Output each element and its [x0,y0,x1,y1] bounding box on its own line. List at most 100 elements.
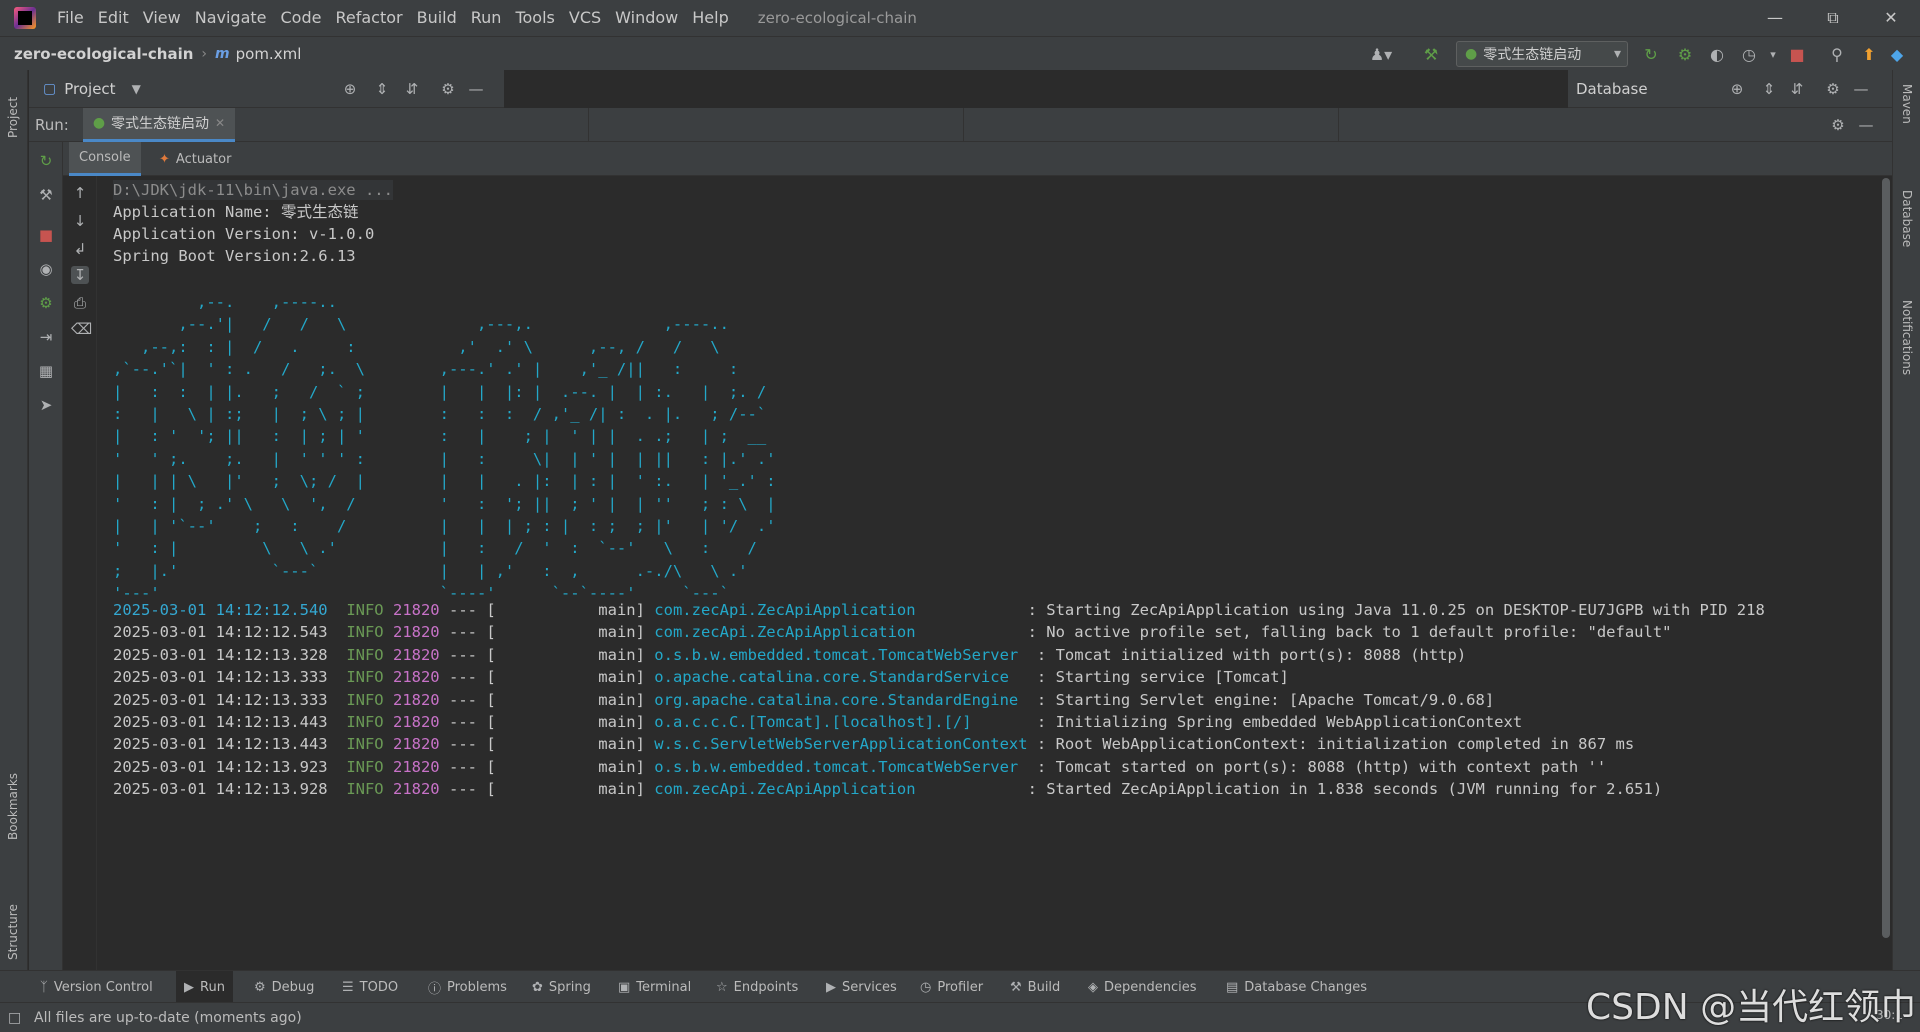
debug-bug-icon[interactable]: ⚙ [1674,43,1696,65]
log-logger[interactable]: org.apache.catalina.core.StandardEngine [654,691,1027,709]
layout-icon[interactable]: ▦ [37,362,55,380]
tab-todo[interactable]: ☰ TODO [342,971,398,1003]
log-logger[interactable]: o.s.b.w.embedded.tomcat.TomcatWebServer [654,758,1027,776]
tab-terminal[interactable]: ▣ Terminal [618,971,691,1003]
run-gear-icon[interactable]: ⚙ [1829,116,1847,134]
menu-build[interactable]: Build [410,0,464,36]
close-tab-icon[interactable]: ✕ [215,116,225,130]
tab-actuator[interactable]: ✦ Actuator [149,142,241,176]
restore-icon[interactable]: ⧉ [1804,0,1862,36]
tab-run[interactable]: ▶ Run [176,971,233,1003]
stop-icon[interactable]: ■ [1786,43,1808,65]
log-logger[interactable]: com.zecApi.ZecApiApplication [654,623,1018,641]
app-version-line: Application Version: v-1.0.0 [113,225,375,243]
tab-database-changes[interactable]: ▤ Database Changes [1226,971,1367,1003]
expand-all-icon[interactable]: ⇕ [373,80,391,98]
run-panel-header: Run: ● 零式生态链启动 ✕ ⚙ — [29,107,1892,142]
edit-config-wrench-icon[interactable]: ⚒ [37,186,55,204]
log-logger[interactable]: w.s.c.ServletWebServerApplicationContext [654,735,1027,753]
minimize-icon[interactable]: — [1746,0,1804,36]
tab-version-control[interactable]: ᛉ Version Control [40,971,153,1003]
run-configuration-select[interactable]: ● 零式生态链启动 ▾ [1456,41,1628,67]
hide-icon[interactable]: — [467,80,485,98]
tab-build[interactable]: ⚒ Build [1010,971,1060,1003]
coverage-icon[interactable]: ◐ [1706,43,1728,65]
log-logger[interactable]: com.zecApi.ZecApiApplication [654,780,1018,798]
notifications-tool-button[interactable]: Notifications [1900,300,1914,410]
rerun-icon[interactable]: ↻ [37,152,55,170]
search-icon[interactable]: ⚲ [1826,43,1848,65]
log-logger[interactable]: com.zecApi.ZecApiApplication [654,601,1018,619]
menu-help[interactable]: Help [685,0,735,36]
bookmarks-tool-button[interactable]: Bookmarks [6,760,20,840]
profile-icon[interactable]: ◷ [1738,43,1760,65]
menu-navigate[interactable]: Navigate [188,0,274,36]
tab-console[interactable]: Console [69,142,141,176]
db-collapse-all-icon[interactable]: ⇵ [1788,80,1806,98]
database-tool-button[interactable]: Database [1900,190,1914,270]
exit-icon[interactable]: ⇥ [37,328,55,346]
project-panel-title[interactable]: Project [64,80,115,98]
collapse-all-icon[interactable]: ⇵ [403,80,421,98]
console-output[interactable]: D:\JDK\jdk-11\bin\java.exe ... Applicati… [97,176,1880,970]
run-hide-icon[interactable]: — [1857,116,1875,134]
java-command-line[interactable]: D:\JDK\jdk-11\bin\java.exe ... [113,180,393,200]
soft-wrap-icon[interactable]: ↲ [71,240,89,258]
stop-icon[interactable]: ■ [37,226,55,244]
menu-code[interactable]: Code [274,0,329,36]
arrow-down-icon[interactable]: ↓ [71,212,89,230]
scrollbar-thumb[interactable] [1882,178,1890,938]
database-panel-title[interactable]: Database [1576,80,1648,98]
menu-refactor[interactable]: Refactor [328,0,409,36]
close-icon[interactable]: ✕ [1862,0,1920,36]
project-view-chevron-down-icon[interactable]: ▼ [132,82,141,96]
status-window-icon[interactable]: □ [8,1010,21,1026]
tab-debug[interactable]: ⚙ Debug [254,971,314,1003]
trash-icon[interactable]: ⌫ [71,320,92,338]
db-locate-icon[interactable]: ⊕ [1728,80,1746,98]
menu-window[interactable]: Window [608,0,685,36]
maven-tool-button[interactable]: Maven [1900,84,1914,154]
project-tool-button[interactable]: Project [6,78,20,138]
log-logger[interactable]: o.s.b.w.embedded.tomcat.TomcatWebServer [654,646,1027,664]
user-icon[interactable]: ♟▾ [1370,43,1392,65]
log-thread: main [598,713,636,731]
update-icon[interactable]: ⬆ [1858,43,1880,65]
log-logger[interactable]: o.apache.catalina.core.StandardService [654,668,1027,686]
tab-endpoints[interactable]: ☆ Endpoints [716,971,798,1003]
menu-vcs[interactable]: VCS [562,0,608,36]
tab-profiler[interactable]: ◷ Profiler [920,971,983,1003]
arrow-up-icon[interactable]: ↑ [71,184,89,202]
gear-icon[interactable]: ⚙ [439,80,457,98]
plugin-icon[interactable]: ◆ [1886,43,1908,65]
db-gear-icon[interactable]: ⚙ [1824,80,1842,98]
tab-dependencies[interactable]: ◈ Dependencies [1088,971,1197,1003]
pin-icon[interactable]: ➤ [37,396,55,414]
tab-spring[interactable]: ✿ Spring [532,971,591,1003]
menu-file[interactable]: File [50,0,91,36]
menu-tools[interactable]: Tools [508,0,561,36]
run-tab[interactable]: ● 零式生态链启动 ✕ [82,107,236,142]
structure-tool-button[interactable]: Structure [6,880,20,960]
debug-icon[interactable]: ⚙ [37,294,55,312]
menu-view[interactable]: View [136,0,188,36]
tab-services[interactable]: ▶ Services [826,971,897,1003]
menu-edit[interactable]: Edit [91,0,136,36]
camera-icon[interactable]: ◉ [37,260,55,278]
locate-icon[interactable]: ⊕ [341,80,359,98]
log-line: 2025-03-01 14:12:13.443 INFO 21820 --- [… [113,735,1635,754]
terminal-icon: ▣ [618,979,631,995]
tab-problems[interactable]: ⓘ Problems [428,971,507,1003]
menu-run[interactable]: Run [464,0,509,36]
breadcrumb-project[interactable]: zero-ecological-chain [14,45,193,63]
rerun-icon[interactable]: ↻ [1640,43,1662,65]
more-run-chevron-icon[interactable]: ▾ [1762,43,1784,65]
build-hammer-icon[interactable]: ⚒ [1420,43,1442,65]
db-hide-icon[interactable]: — [1852,80,1870,98]
db-expand-all-icon[interactable]: ⇕ [1760,80,1778,98]
console-scrollbar[interactable] [1880,176,1892,970]
log-logger[interactable]: o.a.c.c.C.[Tomcat].[localhost].[/] [654,713,1027,731]
print-icon[interactable]: ⎙ [71,294,89,312]
breadcrumb-file[interactable]: pom.xml [236,45,302,63]
scroll-to-end-icon[interactable]: ↧ [71,266,89,284]
